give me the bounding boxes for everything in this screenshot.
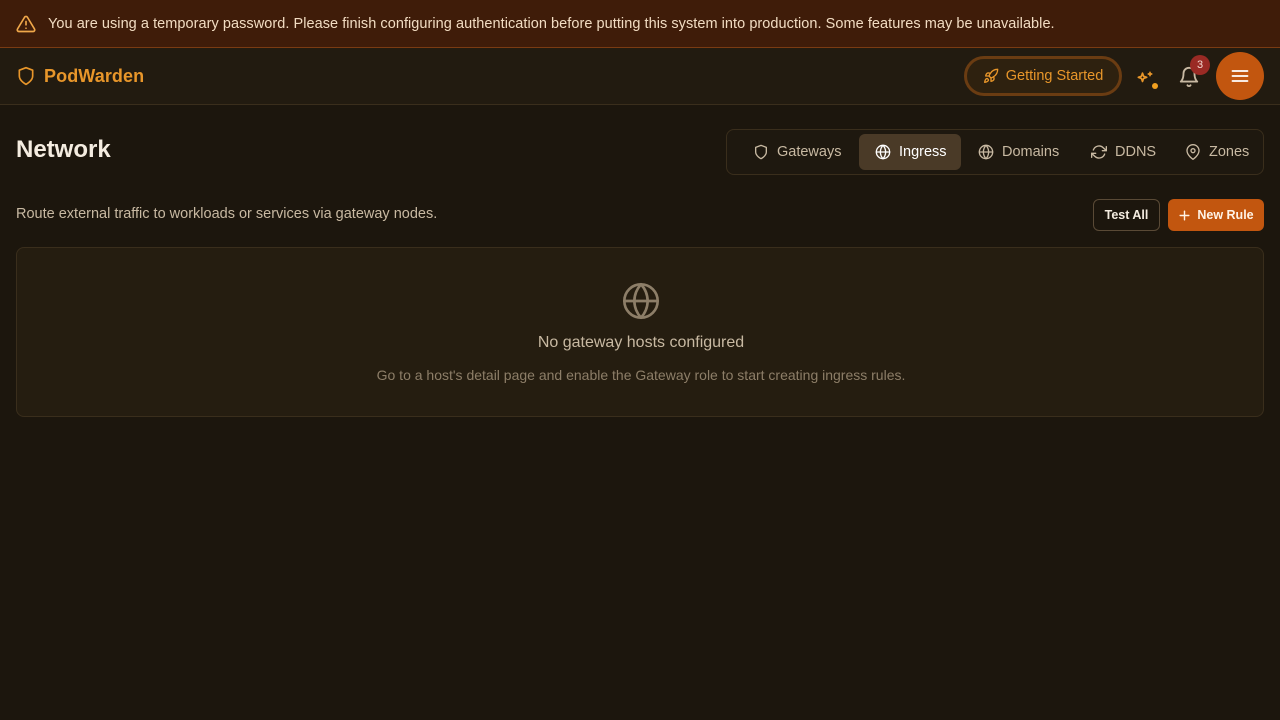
shield-logo-icon: [16, 66, 36, 86]
map-pin-icon: [1185, 144, 1209, 160]
tab-label: DDNS: [1115, 144, 1157, 160]
tab-domains[interactable]: Domains: [961, 134, 1075, 170]
notification-badge: 3: [1190, 55, 1210, 75]
globe-icon: [621, 281, 661, 321]
tab-gateways[interactable]: Gateways: [735, 134, 859, 170]
menu-button[interactable]: [1216, 52, 1264, 100]
empty-state-card: No gateway hosts configured Go to a host…: [16, 247, 1264, 417]
tab-label: Ingress: [899, 144, 947, 160]
warning-triangle-icon: [16, 14, 36, 34]
tab-ingress[interactable]: Ingress: [859, 134, 961, 170]
network-tabs: Gateways Ingress Domains DDNS Zones: [726, 129, 1264, 175]
plus-icon: [1178, 209, 1191, 222]
top-header: PodWarden Getting Started: [0, 48, 1280, 105]
refresh-icon: [1091, 144, 1115, 160]
getting-started-button[interactable]: Getting Started: [964, 56, 1122, 96]
globe-icon: [875, 144, 899, 160]
page-title: Network: [16, 136, 111, 163]
tab-label: Domains: [1002, 144, 1060, 160]
status-dot: [1152, 83, 1158, 89]
brand-logo[interactable]: PodWarden: [16, 66, 144, 87]
warning-banner: You are using a temporary password. Plea…: [0, 0, 1280, 48]
hamburger-menu-icon: [1230, 66, 1250, 86]
tab-label: Zones: [1209, 144, 1250, 160]
empty-state-title: No gateway hosts configured: [537, 334, 745, 351]
tab-label: Gateways: [777, 144, 842, 160]
ai-assistant-button[interactable]: [1134, 66, 1160, 92]
page-subtitle: Route external traffic to workloads or s…: [16, 206, 438, 222]
new-rule-button[interactable]: New Rule: [1168, 199, 1264, 231]
rocket-icon: [983, 68, 999, 84]
new-rule-label: New Rule: [1197, 208, 1254, 222]
tab-ddns[interactable]: DDNS: [1075, 134, 1169, 170]
brand-name: PodWarden: [44, 65, 145, 86]
getting-started-label: Getting Started: [1005, 68, 1104, 84]
empty-state-description: Go to a host's detail page and enable th…: [376, 367, 906, 383]
globe-icon: [978, 144, 1002, 160]
tab-zones[interactable]: Zones: [1169, 134, 1257, 170]
banner-message: You are using a temporary password. Plea…: [48, 15, 1055, 32]
shield-icon: [753, 144, 777, 160]
test-all-button[interactable]: Test All: [1093, 199, 1160, 231]
